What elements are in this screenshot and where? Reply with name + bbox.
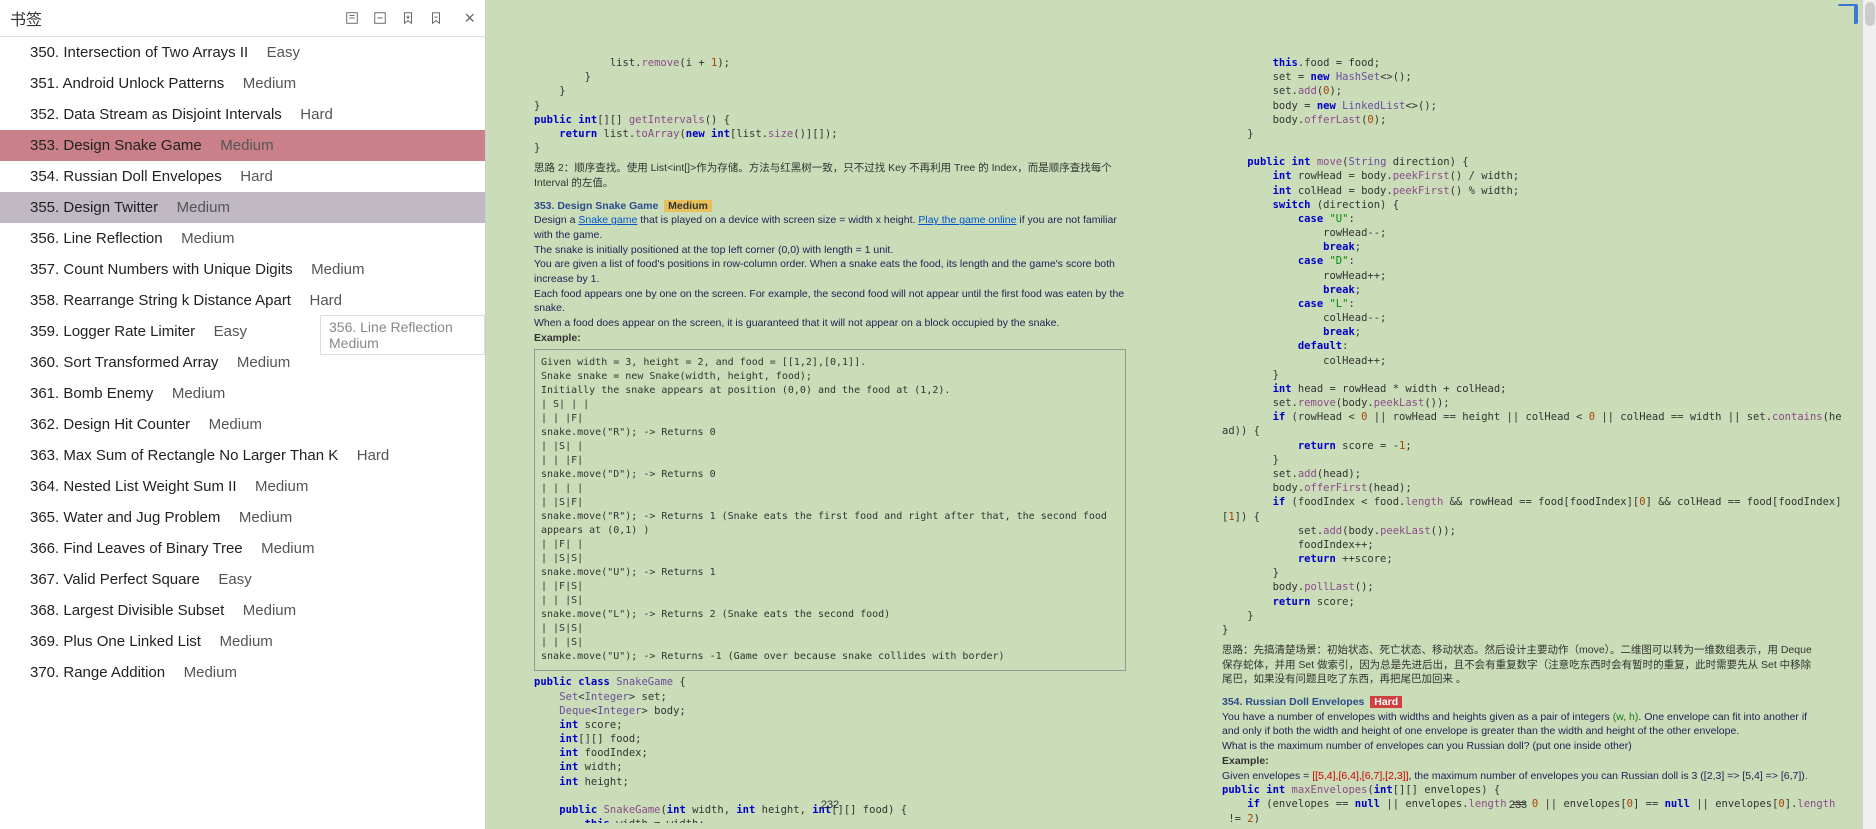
bookmark-item[interactable]: 369. Plus One Linked List Medium [0,626,485,657]
desc-line: Each food appears one by one on the scre… [534,287,1126,316]
bookmark-item[interactable]: 362. Design Hit Counter Medium [0,409,485,440]
bookmark-item[interactable]: 353. Design Snake Game Medium [0,130,485,161]
document-scrollbar[interactable] [1862,0,1876,829]
problem-354-title: 354. Russian Doll Envelopes Hard [1222,695,1814,710]
bookmark-item[interactable]: 355. Design Twitter Medium [0,192,485,223]
desc-line: You have a number of envelopes with widt… [1222,710,1814,739]
bookmark-item[interactable]: 360. Sort Transformed Array Medium [0,347,485,378]
bookmark-item[interactable]: 350. Intersection of Two Arrays II Easy [0,37,485,68]
close-icon[interactable]: × [464,8,475,29]
document-view: 译 list.remove(i + 1); } } } public int[]… [486,0,1876,829]
difficulty-tag-hard: Hard [1370,696,1402,708]
approach-note: 思路：先搞清楚场景：初始状态、死亡状态、移动状态。然后设计主要动作（move）。… [1222,643,1814,687]
snake-game-link[interactable]: Snake game [578,214,637,226]
bookmark-item[interactable]: 367. Valid Perfect Square Easy [0,564,485,595]
play-online-link[interactable]: Play the game online [918,214,1016,226]
sidebar-header: 书签 × [0,0,485,37]
sidebar-title: 书签 [10,6,42,30]
bookmark-item[interactable]: 359. Logger Rate Limiter Easy [0,316,485,347]
app-root: 书签 × 350. Intersection of Two Arrays II … [0,0,1876,829]
bookmark-item[interactable]: 368. Largest Divisible Subset Medium [0,595,485,626]
desc-line: Design a Snake game that is played on a … [534,213,1126,242]
bookmark-item[interactable]: 352. Data Stream as Disjoint Intervals H… [0,99,485,130]
bookmark-item[interactable]: 351. Android Unlock Patterns Medium [0,68,485,99]
desc-line: Given envelopes = [[5,4],[6,4],[6,7],[2,… [1222,769,1814,784]
bookmarks-panel: 书签 × 350. Intersection of Two Arrays II … [0,0,486,829]
bookmarks-list[interactable]: 350. Intersection of Two Arrays II Easy3… [0,37,485,829]
desc-line: When a food does appear on the screen, i… [534,316,1126,331]
example-box: Given width = 3, height = 2, and food = … [534,349,1126,671]
bookmark-item[interactable]: 365. Water and Jug Problem Medium [0,502,485,533]
bookmark-item[interactable]: 366. Find Leaves of Binary Tree Medium [0,533,485,564]
desc-line: What is the maximum number of envelopes … [1222,739,1814,754]
bookmark-item[interactable]: 356. Line Reflection Medium [0,223,485,254]
page-right[interactable]: this.food = food; set = new HashSet<>();… [1182,6,1854,823]
bookmark-add-icon[interactable] [400,10,416,26]
example-label: Example: [534,331,1126,346]
desc-line: The snake is initially positioned at the… [534,243,1126,258]
bookmark-item[interactable]: 370. Range Addition Medium [0,657,485,688]
bookmark-item[interactable]: 361. Bomb Enemy Medium [0,378,485,409]
approach-note: 思路 2：顺序查找。使用 List<int[]>作为存储。方法与红黑树一致，只不… [534,161,1126,190]
bookmark-item[interactable]: 363. Max Sum of Rectangle No Larger Than… [0,440,485,471]
difficulty-tag-medium: Medium [664,200,712,212]
scrollbar-thumb[interactable] [1865,2,1875,26]
page-left[interactable]: list.remove(i + 1); } } } public int[][]… [494,6,1166,823]
example-label: Example: [1222,754,1814,769]
collapse-icon[interactable] [372,10,388,26]
bookmark-item[interactable]: 357. Count Numbers with Unique Digits Me… [0,254,485,285]
desc-line: You are given a list of food's positions… [534,257,1126,286]
expand-icon[interactable] [344,10,360,26]
page-number: 232 [821,798,839,813]
bookmark-item[interactable]: 358. Rearrange String k Distance Apart H… [0,285,485,316]
page-number: 233 [1509,798,1527,813]
code-block-top: list.remove(i + 1); } } } public int[][]… [534,56,1126,155]
problem-353-title: 353. Design Snake Game Medium [534,199,1126,214]
bookmark-remove-icon[interactable] [428,10,444,26]
code-block-top: this.food = food; set = new HashSet<>();… [1222,56,1814,637]
bookmark-item[interactable]: 354. Russian Doll Envelopes Hard [0,161,485,192]
bookmark-item[interactable]: 364. Nested List Weight Sum II Medium [0,471,485,502]
